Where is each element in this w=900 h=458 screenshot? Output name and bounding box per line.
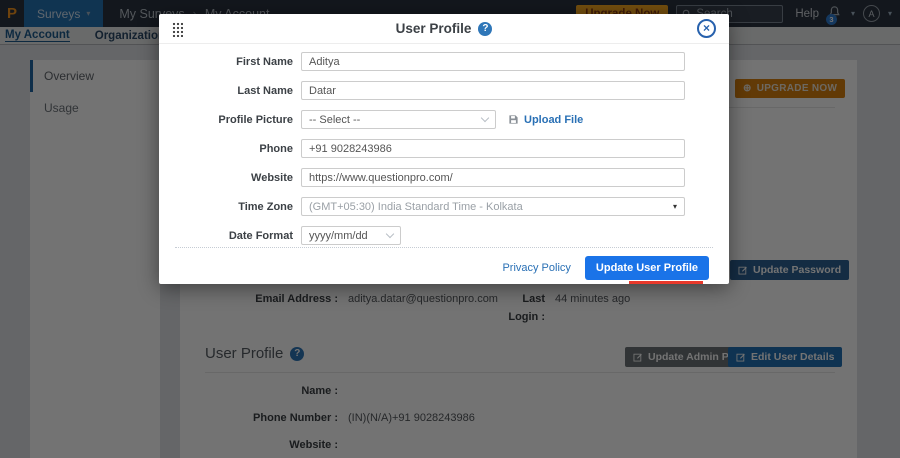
modal-header: User Profile ? × — [159, 14, 729, 44]
date-format-row: Date Format yyyy/mm/dd — [203, 226, 685, 245]
profile-picture-selected-value: -- Select -- — [309, 114, 360, 126]
upload-file-label: Upload File — [524, 114, 583, 126]
drag-handle-icon[interactable] — [172, 22, 183, 37]
time-zone-selected-value: (GMT+05:30) India Standard Time - Kolkat… — [309, 201, 523, 213]
modal-body: First Name Last Name Profile Picture -- … — [159, 44, 729, 248]
website-row: Website — [203, 168, 685, 187]
time-zone-row: Time Zone (GMT+05:30) India Standard Tim… — [203, 197, 685, 216]
phone-label: Phone — [203, 143, 293, 155]
upload-file-icon — [508, 114, 519, 125]
phone-row: Phone — [203, 139, 685, 158]
update-user-profile-button[interactable]: Update User Profile — [585, 256, 709, 280]
annotation-underline — [629, 281, 703, 284]
date-format-label: Date Format — [203, 230, 293, 242]
modal-footer: Privacy Policy Update User Profile — [159, 248, 729, 280]
upload-file-link[interactable]: Upload File — [508, 114, 583, 126]
time-zone-select[interactable]: (GMT+05:30) India Standard Time - Kolkat… — [301, 197, 685, 216]
website-field[interactable] — [301, 168, 685, 187]
last-name-row: Last Name — [203, 81, 685, 100]
website-label: Website — [203, 172, 293, 184]
profile-picture-row: Profile Picture -- Select -- Upload File — [203, 110, 685, 129]
profile-picture-select[interactable]: -- Select -- — [301, 110, 496, 129]
modal-title-text: User Profile — [396, 21, 472, 36]
first-name-field[interactable] — [301, 52, 685, 71]
date-format-select[interactable]: yyyy/mm/dd — [301, 226, 401, 245]
first-name-row: First Name — [203, 52, 685, 71]
privacy-policy-link[interactable]: Privacy Policy — [502, 262, 570, 274]
modal-title: User Profile ? — [396, 21, 493, 36]
first-name-label: First Name — [203, 56, 293, 68]
phone-field[interactable] — [301, 139, 685, 158]
chevron-down-icon — [386, 230, 394, 238]
time-zone-label: Time Zone — [203, 201, 293, 213]
profile-picture-label: Profile Picture — [203, 114, 293, 126]
last-name-field[interactable] — [301, 81, 685, 100]
app-screen: P Surveys ▾ My Surveys › My Account Upgr… — [0, 0, 900, 458]
help-circle-icon[interactable]: ? — [478, 22, 492, 36]
date-format-selected-value: yyyy/mm/dd — [309, 230, 368, 242]
last-name-label: Last Name — [203, 85, 293, 97]
caret-down-icon: ▾ — [673, 202, 677, 211]
close-icon[interactable]: × — [697, 19, 716, 38]
chevron-down-icon — [481, 114, 489, 122]
user-profile-modal: User Profile ? × First Name Last Name Pr… — [159, 14, 729, 284]
